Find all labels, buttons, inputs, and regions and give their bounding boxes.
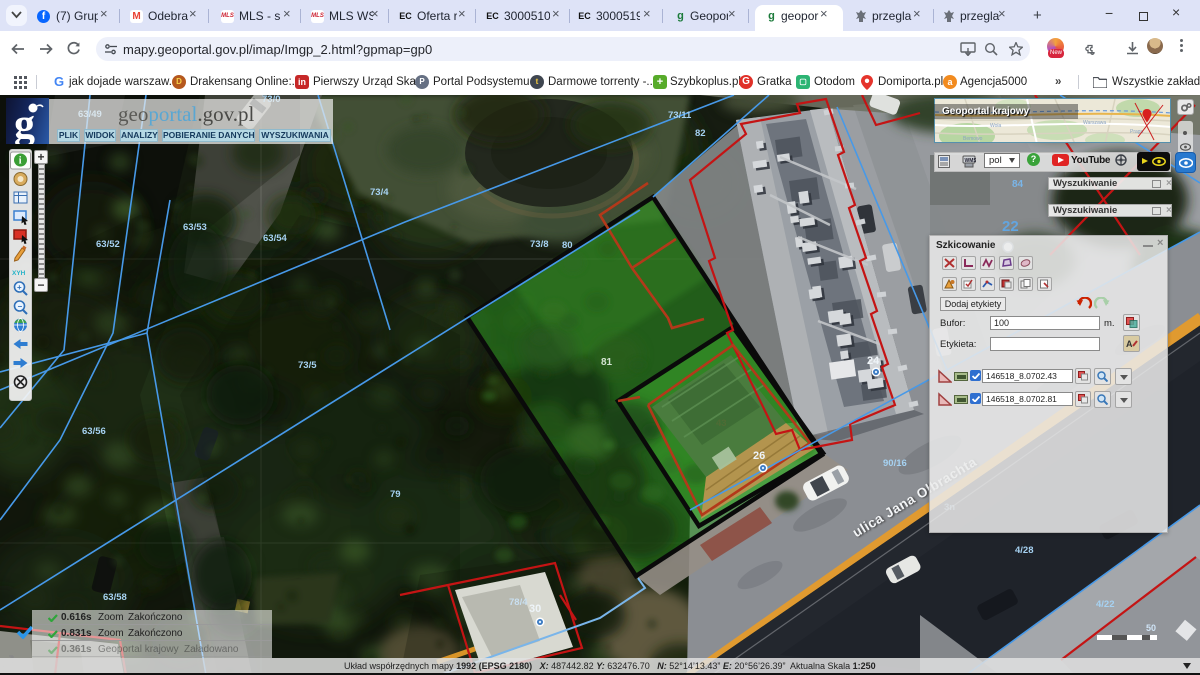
svg-text:63/56: 63/56 [82,426,106,437]
svg-text:g: g [14,102,35,144]
svg-text:4/28: 4/28 [1015,545,1034,556]
svg-text:73/4: 73/4 [370,187,389,198]
svg-text:63/54: 63/54 [263,233,287,244]
svg-text:82: 82 [695,128,706,139]
svg-text:43: 43 [716,418,727,429]
svg-text:A: A [1126,339,1133,349]
svg-text:63/58: 63/58 [103,592,127,603]
svg-text:Warszawa: Warszawa [1083,120,1106,126]
svg-text:i: i [19,156,22,167]
svg-text:−: − [18,302,23,311]
svg-text:73/8: 73/8 [530,239,549,250]
svg-text:90/16: 90/16 [883,458,907,469]
svg-text:78/4: 78/4 [509,597,528,608]
svg-text:73/11: 73/11 [668,110,692,121]
svg-text:30: 30 [529,603,541,615]
svg-text:26: 26 [753,450,765,462]
svg-text:Wola: Wola [990,123,1002,129]
svg-text:73/5: 73/5 [298,360,317,371]
svg-text:63/53: 63/53 [183,222,207,233]
svg-text:81: 81 [601,357,613,368]
svg-text:24: 24 [867,355,880,367]
svg-text:+: + [17,283,22,292]
svg-text:WMS: WMS [965,158,977,164]
svg-text:XYH: XYH [12,270,26,277]
svg-text:80: 80 [562,240,573,251]
svg-text:4/22: 4/22 [1096,599,1115,610]
svg-text:79: 79 [390,489,401,500]
svg-text:50: 50 [1146,623,1156,633]
svg-text:Bemowo: Bemowo [963,136,983,142]
svg-text:22: 22 [1002,218,1019,235]
svg-text:63/52: 63/52 [96,239,120,250]
svg-text:84: 84 [1012,179,1024,190]
